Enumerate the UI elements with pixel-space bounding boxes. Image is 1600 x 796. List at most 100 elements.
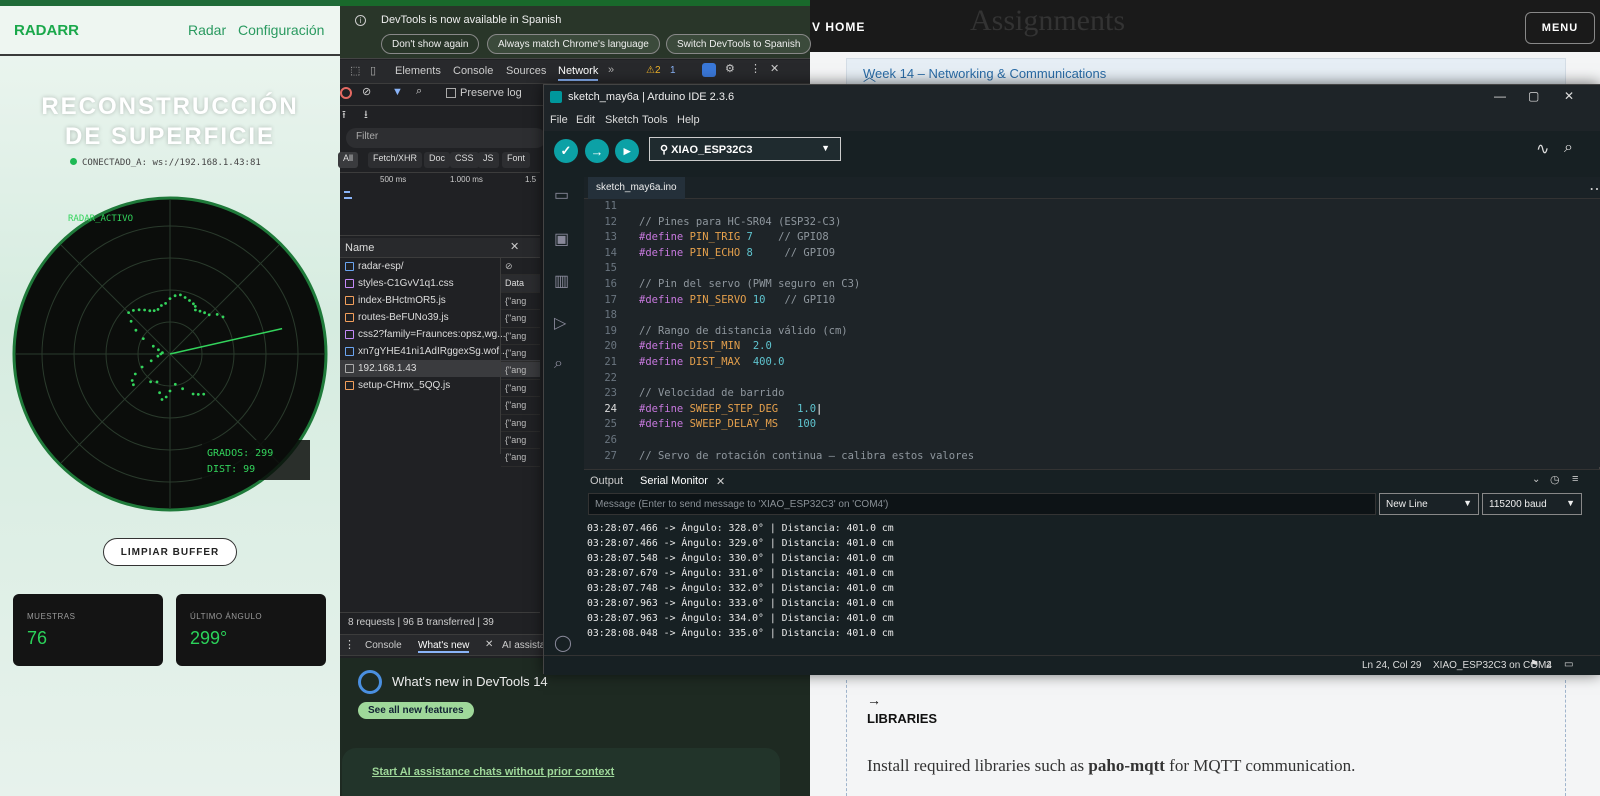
type-doc[interactable]: Doc	[424, 152, 451, 168]
serial-monitor-icon[interactable]: ⌕	[1564, 139, 1573, 157]
debug-panel-icon[interactable]: ▷	[554, 313, 574, 332]
tab-elements[interactable]: Elements	[395, 65, 441, 77]
ws-message-row[interactable]: {"ang	[501, 293, 540, 311]
folder-icon[interactable]: ▭	[554, 185, 574, 204]
ws-message-row[interactable]: {"ang	[501, 415, 540, 432]
tab-serial-monitor[interactable]: Serial Monitor	[640, 475, 708, 487]
line-ending-select[interactable]: New Line ▼	[1379, 493, 1479, 515]
close-serial-icon[interactable]: ✕	[716, 475, 725, 488]
cursor-position: Ln 24, Col 29	[1362, 660, 1422, 671]
close-tab-icon[interactable]: ✕	[485, 639, 493, 650]
kebab-menu-icon[interactable]: ⋮	[750, 62, 761, 75]
filter-input[interactable]: Filter	[346, 128, 546, 148]
board-selector[interactable]: ⚲ XIAO_ESP32C3 ▼	[649, 137, 841, 161]
notifications-icon[interactable]: ⚑	[1530, 659, 1539, 670]
upload-icon[interactable]: ⭱	[342, 106, 346, 125]
more-tabs-icon[interactable]: »	[608, 64, 614, 76]
menu-file[interactable]: File	[550, 114, 568, 126]
menu-edit[interactable]: Edit	[576, 114, 595, 126]
banner-text: DevTools is now available in Spanish	[381, 14, 562, 26]
websocket-messages: ⊘ Data {"ang {"ang {"ang {"ang {"ang {"a…	[500, 258, 540, 467]
chevron-up-icon[interactable]: ︿	[863, 66, 1549, 85]
download-icon[interactable]: ⭳	[364, 106, 368, 125]
clear-buffer-button[interactable]: LIMPIAR BUFFER	[103, 538, 237, 566]
menu-button[interactable]: MENU	[1525, 12, 1595, 44]
ws-message-row[interactable]: {"ang	[501, 397, 540, 415]
name-header-label[interactable]: Name	[345, 242, 374, 254]
libraries-paragraph: Install required libraries such as paho-…	[867, 756, 1355, 776]
serial-line: 03:28:07.466 -> Ángulo: 329.0° | Distanc…	[587, 538, 894, 549]
dont-show-again-button[interactable]: Don't show again	[381, 34, 480, 54]
drawer-menu-icon[interactable]: ⋮	[344, 638, 355, 651]
serial-message-input[interactable]: Message (Enter to send message to 'XIAO_…	[588, 493, 1376, 515]
type-fetch-xhr[interactable]: Fetch/XHR	[368, 152, 423, 168]
tab-console[interactable]: Console	[453, 65, 493, 77]
file-tab-sketch[interactable]: sketch_may6a.ino	[588, 177, 685, 199]
messages-count[interactable]: 1	[670, 65, 676, 76]
type-all[interactable]: All	[338, 152, 359, 168]
nav-link-configuracion[interactable]: Configuración	[238, 22, 324, 38]
baud-rate-select[interactable]: 115200 baud ▼	[1482, 493, 1582, 515]
timestamp-icon[interactable]: ◷	[1550, 473, 1560, 486]
drawer-tab-console[interactable]: Console	[365, 640, 402, 651]
search-icon[interactable]: ⌕	[554, 355, 574, 373]
sync-icon[interactable]	[702, 63, 716, 77]
tab-output[interactable]: Output	[590, 475, 623, 487]
device-toggle-icon[interactable]: ▯	[370, 64, 376, 77]
close-detail-icon[interactable]: ✕	[510, 240, 519, 253]
close-icon[interactable]: ✕	[770, 62, 779, 75]
ws-message-row[interactable]: {"ang	[501, 362, 540, 380]
autoscroll-icon[interactable]: ≡	[1572, 473, 1578, 485]
drawer-tab-whats-new[interactable]: What's new	[418, 640, 470, 653]
menu-sketch[interactable]: Sketch	[605, 114, 639, 126]
usb-icon: ⚲	[660, 144, 672, 156]
minimize-icon[interactable]: —	[1494, 89, 1506, 103]
settings-gear-icon[interactable]: ⚙	[725, 62, 735, 75]
ws-message-row[interactable]: {"ang	[501, 380, 540, 398]
nav-link-radar[interactable]: Radar	[188, 22, 226, 38]
account-icon[interactable]: ◯	[554, 633, 574, 652]
ws-message-row[interactable]: {"ang	[501, 328, 540, 345]
ws-message-row[interactable]: {"ang	[501, 310, 540, 328]
ws-message-row[interactable]: {"ang	[501, 432, 540, 450]
collapse-icon[interactable]: ⌄	[1532, 474, 1540, 485]
code-line: 26	[604, 433, 617, 446]
radar-logo[interactable]: RADARR	[14, 22, 79, 39]
request-name: styles-C1GvV1q1.css	[358, 278, 454, 289]
clear-messages-icon[interactable]: ⊘	[505, 261, 513, 271]
see-all-features-button[interactable]: See all new features	[358, 702, 474, 719]
menu-tools[interactable]: Tools	[642, 114, 668, 126]
panel-toggle-icon[interactable]: ▭	[1564, 659, 1573, 670]
debug-icon[interactable]: ▸	[615, 139, 639, 163]
ai-assistance-link[interactable]: Start AI assistance chats without prior …	[372, 766, 614, 778]
warnings-count[interactable]: ⚠2	[646, 65, 661, 76]
filter-icon[interactable]: ▼	[392, 86, 403, 98]
verify-icon[interactable]: ✓	[554, 139, 578, 163]
window-close-icon[interactable]: ✕	[1564, 89, 1574, 103]
upload-icon[interactable]: →	[585, 139, 609, 163]
menu-help[interactable]: Help	[677, 114, 700, 126]
serial-plotter-icon[interactable]: ∿	[1536, 139, 1549, 159]
request-name: css2?family=Fraunces:opsz,wg...	[358, 329, 506, 340]
site-title[interactable]: :V HOME	[807, 20, 865, 34]
record-icon[interactable]	[340, 87, 352, 99]
switch-to-spanish-button[interactable]: Switch DevTools to Spanish	[666, 34, 812, 54]
drawer-tab-ai-assistance[interactable]: AI assista	[502, 640, 545, 651]
boards-manager-icon[interactable]: ▣	[554, 229, 574, 248]
preserve-log-checkbox[interactable]	[446, 88, 456, 98]
inspect-icon[interactable]: ⬚	[350, 64, 360, 77]
search-icon[interactable]: ⌕	[416, 85, 422, 98]
type-js[interactable]: JS	[478, 152, 499, 168]
ws-message-row[interactable]: {"ang	[501, 449, 540, 467]
always-match-language-button[interactable]: Always match Chrome's language	[487, 34, 660, 54]
clear-icon[interactable]: ⊘	[362, 85, 371, 98]
ws-message-row[interactable]: {"ang	[501, 345, 540, 363]
tab-sources[interactable]: Sources	[506, 65, 546, 77]
library-manager-icon[interactable]: ▥	[554, 271, 574, 290]
maximize-icon[interactable]: ▢	[1528, 89, 1539, 103]
type-css[interactable]: CSS	[450, 152, 479, 168]
tab-network[interactable]: Network	[558, 65, 599, 81]
tab-options-icon[interactable]: ⋯	[1589, 179, 1600, 199]
code-editor[interactable]: 11 12// Pines para HC-SR04 (ESP32-C3) 13…	[584, 199, 1600, 467]
type-font[interactable]: Font	[502, 152, 531, 168]
